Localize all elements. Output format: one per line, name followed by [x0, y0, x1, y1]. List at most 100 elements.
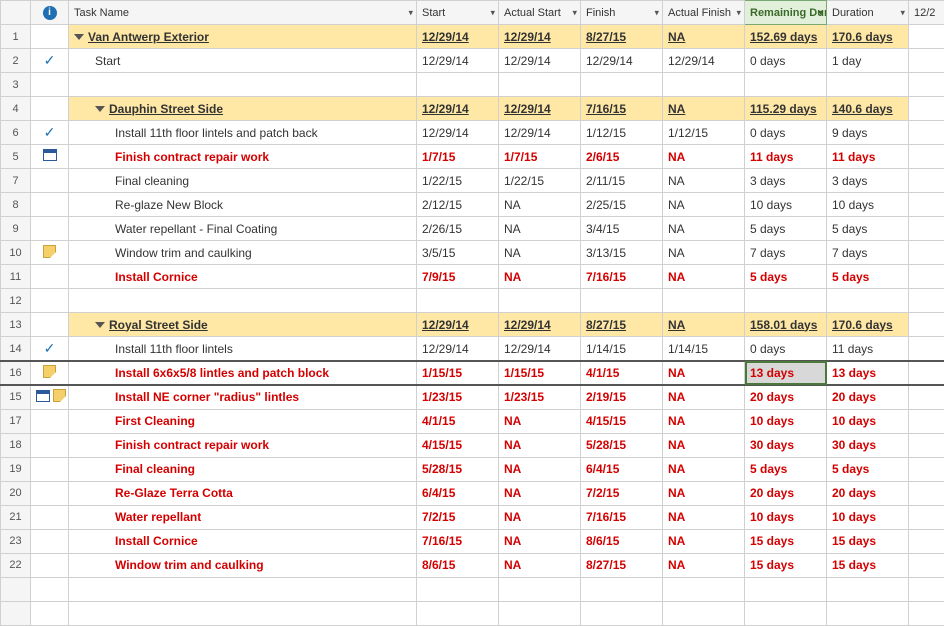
table-row[interactable]: 4Dauphin Street Side12/29/1412/29/147/16… — [1, 97, 944, 121]
timeline-cell[interactable] — [909, 505, 944, 529]
timeline-cell[interactable] — [909, 409, 944, 433]
row-number[interactable]: 10 — [1, 241, 31, 265]
start-cell[interactable]: 5/28/15 — [417, 457, 499, 481]
table-row[interactable]: 1Van Antwerp Exterior12/29/1412/29/148/2… — [1, 25, 944, 49]
header-indicator[interactable]: i — [31, 1, 69, 25]
task-name-cell[interactable]: First Cleaning — [69, 409, 417, 433]
actual-finish-cell[interactable] — [663, 289, 745, 313]
remaining-duration-cell[interactable]: 115.29 days — [745, 97, 827, 121]
timeline-cell[interactable] — [909, 553, 944, 577]
row-number[interactable]: 15 — [1, 385, 31, 409]
finish-cell[interactable]: 2/11/15 — [581, 169, 663, 193]
row-number[interactable]: 19 — [1, 457, 31, 481]
remaining-duration-cell[interactable] — [745, 289, 827, 313]
finish-cell[interactable]: 3/4/15 — [581, 217, 663, 241]
actual-start-cell[interactable]: 12/29/14 — [499, 25, 581, 49]
timeline-cell[interactable] — [909, 289, 944, 313]
gantt-task-table[interactable]: i Task Name ▾ Start ▾ Actual Start ▾ Fin… — [0, 0, 944, 626]
timeline-cell[interactable] — [909, 361, 944, 385]
task-name-cell[interactable]: Install 6x6x5/8 lintles and patch block — [69, 361, 417, 385]
task-name-cell[interactable]: Window trim and caulking — [69, 553, 417, 577]
actual-finish-cell[interactable]: NA — [663, 169, 745, 193]
row-number[interactable]: 16 — [1, 361, 31, 385]
actual-start-cell[interactable]: NA — [499, 265, 581, 289]
header-actual-finish[interactable]: Actual Finish ▾ — [663, 1, 745, 25]
dropdown-icon[interactable]: ▾ — [818, 7, 823, 18]
finish-cell[interactable]: 7/16/15 — [581, 97, 663, 121]
row-number[interactable]: 20 — [1, 481, 31, 505]
timeline-cell[interactable] — [909, 601, 944, 625]
finish-cell[interactable] — [581, 73, 663, 97]
start-cell[interactable]: 1/7/15 — [417, 145, 499, 169]
finish-cell[interactable]: 6/4/15 — [581, 457, 663, 481]
timeline-cell[interactable] — [909, 25, 944, 49]
duration-cell[interactable]: 5 days — [827, 457, 909, 481]
duration-cell[interactable]: 15 days — [827, 529, 909, 553]
row-number[interactable]: 3 — [1, 73, 31, 97]
actual-start-cell[interactable]: 12/29/14 — [499, 97, 581, 121]
actual-start-cell[interactable]: 1/23/15 — [499, 385, 581, 409]
duration-cell[interactable]: 170.6 days — [827, 25, 909, 49]
remaining-duration-cell[interactable]: 5 days — [745, 217, 827, 241]
dropdown-icon[interactable]: ▾ — [408, 7, 413, 18]
remaining-duration-cell[interactable]: 0 days — [745, 337, 827, 362]
duration-cell[interactable]: 9 days — [827, 121, 909, 145]
task-name-cell[interactable]: Final cleaning — [69, 169, 417, 193]
header-finish[interactable]: Finish ▾ — [581, 1, 663, 25]
table-row[interactable]: 6✓Install 11th floor lintels and patch b… — [1, 121, 944, 145]
row-number[interactable]: 1 — [1, 25, 31, 49]
duration-cell[interactable]: 10 days — [827, 505, 909, 529]
start-cell[interactable] — [417, 73, 499, 97]
task-name-cell[interactable]: Install Cornice — [69, 529, 417, 553]
row-number[interactable]: 6 — [1, 121, 31, 145]
duration-cell[interactable] — [827, 289, 909, 313]
duration-cell[interactable]: 3 days — [827, 169, 909, 193]
dropdown-icon[interactable]: ▾ — [572, 7, 577, 18]
row-number[interactable]: 9 — [1, 217, 31, 241]
actual-finish-cell[interactable]: NA — [663, 217, 745, 241]
task-name-cell[interactable]: Water repellant - Final Coating — [69, 217, 417, 241]
finish-cell[interactable]: 7/2/15 — [581, 481, 663, 505]
table-row[interactable]: 9Water repellant - Final Coating2/26/15N… — [1, 217, 944, 241]
actual-finish-cell[interactable]: 1/14/15 — [663, 337, 745, 362]
finish-cell[interactable] — [581, 577, 663, 601]
dropdown-icon[interactable]: ▾ — [490, 7, 495, 18]
row-number[interactable]: 12 — [1, 289, 31, 313]
header-start[interactable]: Start ▾ — [417, 1, 499, 25]
start-cell[interactable] — [417, 289, 499, 313]
duration-cell[interactable]: 5 days — [827, 265, 909, 289]
finish-cell[interactable]: 7/16/15 — [581, 265, 663, 289]
remaining-duration-cell[interactable]: 152.69 days — [745, 25, 827, 49]
task-name-cell[interactable]: Install 11th floor lintels and patch bac… — [69, 121, 417, 145]
finish-cell[interactable]: 12/29/14 — [581, 49, 663, 73]
collapse-icon[interactable] — [74, 34, 84, 40]
timeline-cell[interactable] — [909, 145, 944, 169]
task-name-cell[interactable]: Start — [69, 49, 417, 73]
actual-finish-cell[interactable]: 12/29/14 — [663, 49, 745, 73]
row-number[interactable]: 18 — [1, 433, 31, 457]
start-cell[interactable] — [417, 577, 499, 601]
start-cell[interactable]: 8/6/15 — [417, 553, 499, 577]
task-name-cell[interactable]: Water repellant — [69, 505, 417, 529]
remaining-duration-cell[interactable]: 20 days — [745, 385, 827, 409]
table-row[interactable]: 22Window trim and caulking8/6/15NA8/27/1… — [1, 553, 944, 577]
actual-finish-cell[interactable]: NA — [663, 241, 745, 265]
finish-cell[interactable]: 8/27/15 — [581, 553, 663, 577]
actual-start-cell[interactable]: NA — [499, 409, 581, 433]
remaining-duration-cell[interactable] — [745, 73, 827, 97]
row-number[interactable]: 8 — [1, 193, 31, 217]
start-cell[interactable]: 12/29/14 — [417, 25, 499, 49]
duration-cell[interactable]: 30 days — [827, 433, 909, 457]
start-cell[interactable]: 4/15/15 — [417, 433, 499, 457]
actual-start-cell[interactable]: 12/29/14 — [499, 49, 581, 73]
actual-start-cell[interactable] — [499, 577, 581, 601]
timeline-cell[interactable] — [909, 217, 944, 241]
row-number[interactable]: 17 — [1, 409, 31, 433]
duration-cell[interactable] — [827, 577, 909, 601]
remaining-duration-cell[interactable]: 3 days — [745, 169, 827, 193]
row-number[interactable] — [1, 601, 31, 625]
remaining-duration-cell[interactable]: 0 days — [745, 49, 827, 73]
timeline-cell[interactable] — [909, 73, 944, 97]
remaining-duration-cell[interactable]: 0 days — [745, 121, 827, 145]
finish-cell[interactable] — [581, 289, 663, 313]
